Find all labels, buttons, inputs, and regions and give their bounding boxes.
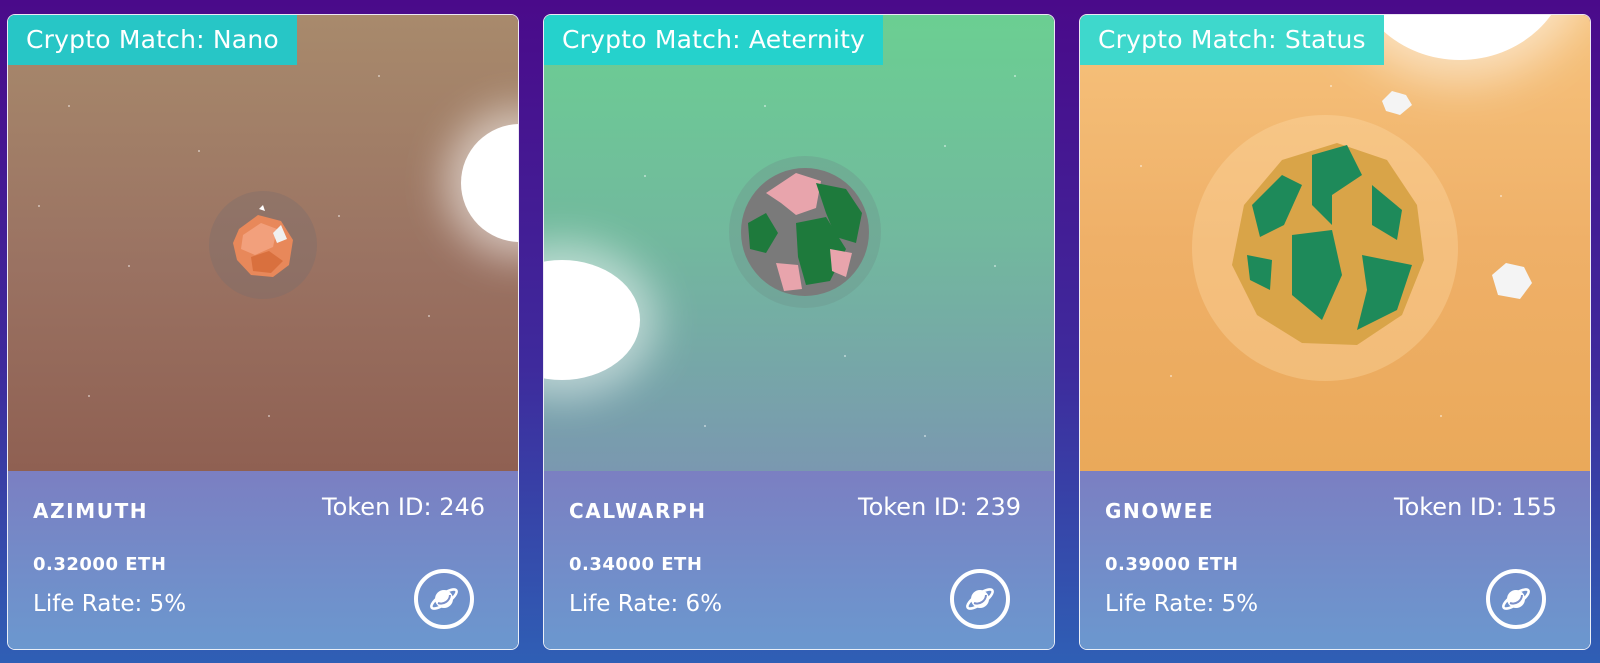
crypto-match-badge: Crypto Match: Status xyxy=(1080,15,1384,65)
card-info: GNOWEE Token ID: 155 0.39000 ETH Life Ra… xyxy=(1080,471,1590,649)
planet-icon xyxy=(430,588,458,610)
planet-name: GNOWEE xyxy=(1105,499,1215,523)
card-info: CALWARPH Token ID: 239 0.34000 ETH Life … xyxy=(544,471,1054,649)
planet-scene xyxy=(1080,15,1590,471)
life-rate: Life Rate: 5% xyxy=(1105,591,1259,617)
planet-card[interactable]: Crypto Match: Status GNOWEE Token ID: 15… xyxy=(1079,14,1591,650)
view-planet-button[interactable] xyxy=(1486,569,1546,629)
planet-card[interactable]: Crypto Match: Aeternity CALWARPH Token I… xyxy=(543,14,1055,650)
planet-illustration xyxy=(203,185,323,305)
planet-illustration xyxy=(726,153,884,311)
price: 0.32000 ETH xyxy=(33,554,167,575)
price: 0.34000 ETH xyxy=(569,554,703,575)
view-planet-button[interactable] xyxy=(950,569,1010,629)
sun xyxy=(461,124,518,242)
card-info: AZIMUTH Token ID: 246 0.32000 ETH Life R… xyxy=(8,471,518,649)
life-rate: Life Rate: 5% xyxy=(33,591,187,617)
asteroid xyxy=(1492,263,1532,299)
life-rate: Life Rate: 6% xyxy=(569,591,723,617)
planet-scene xyxy=(8,15,518,471)
planet-scene xyxy=(544,15,1054,471)
planet-card-grid: Crypto Match: Nano AZIMUTH Token ID: 246… xyxy=(0,0,1600,663)
token-id: Token ID: 239 xyxy=(858,493,1021,521)
crypto-match-badge: Crypto Match: Nano xyxy=(8,15,297,65)
sun xyxy=(544,260,640,380)
asteroid xyxy=(1382,91,1412,115)
view-planet-button[interactable] xyxy=(414,569,474,629)
planet-illustration xyxy=(1192,115,1458,381)
planet-card[interactable]: Crypto Match: Nano AZIMUTH Token ID: 246… xyxy=(7,14,519,650)
planet-icon xyxy=(1502,588,1530,610)
crypto-match-badge: Crypto Match: Aeternity xyxy=(544,15,884,65)
planet-name: AZIMUTH xyxy=(33,499,149,523)
planet-icon xyxy=(966,588,994,610)
token-id: Token ID: 155 xyxy=(1394,493,1557,521)
price: 0.39000 ETH xyxy=(1105,554,1239,575)
planet-name: CALWARPH xyxy=(569,499,707,523)
token-id: Token ID: 246 xyxy=(322,493,485,521)
